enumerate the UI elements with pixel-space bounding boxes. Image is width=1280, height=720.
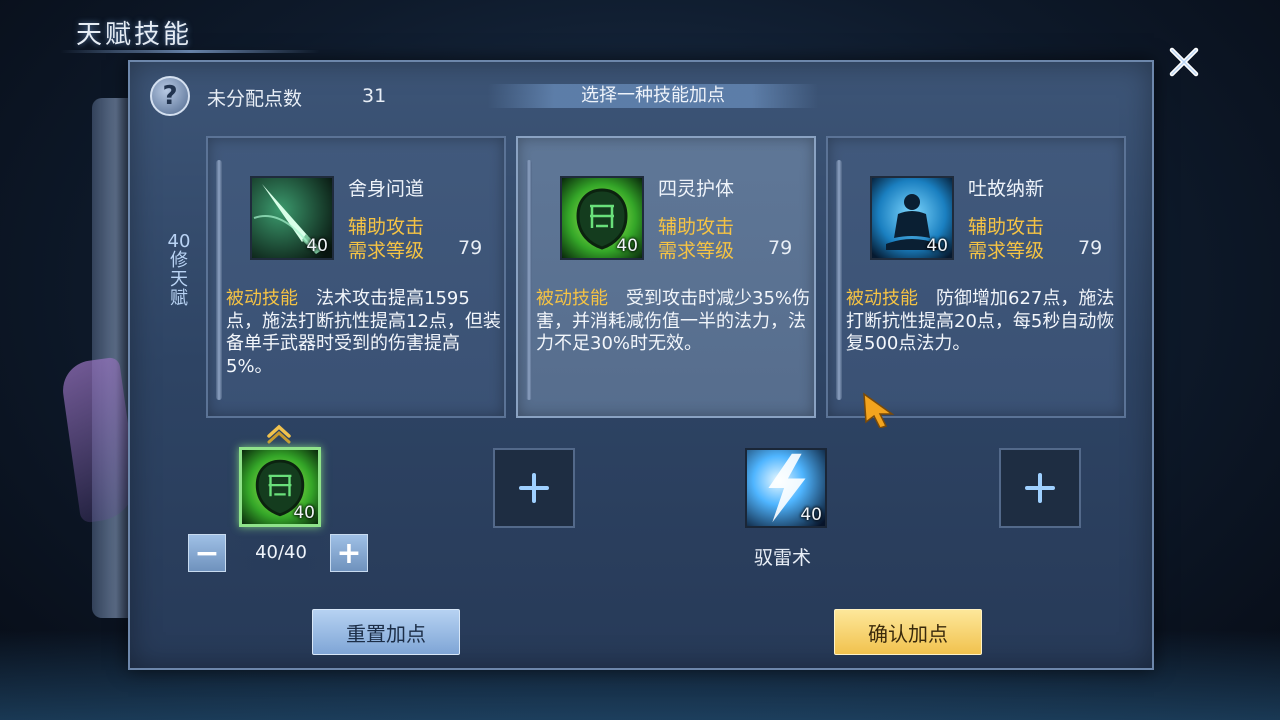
- plus-icon: [1025, 473, 1055, 503]
- empty-skill-slot-2[interactable]: [493, 448, 575, 528]
- unassigned-points-label: 未分配点数: [207, 88, 303, 110]
- confirm-points-button[interactable]: 确认加点: [834, 609, 982, 655]
- help-icon: ?: [162, 81, 178, 111]
- select-skill-banner: 选择一种技能加点: [488, 84, 818, 108]
- skill-icon-frame: 40: [560, 176, 644, 260]
- skill-name: 四灵护体: [658, 178, 735, 200]
- required-level-value: 79: [768, 237, 793, 259]
- slot-level: 40: [800, 505, 822, 525]
- passive-tag: 被动技能: [846, 288, 918, 309]
- skill-icon-frame: 40: [250, 176, 334, 260]
- card-rail: [216, 160, 222, 400]
- card-rail: [526, 160, 532, 400]
- skill-type: 辅助攻击: [348, 216, 425, 238]
- window-title: 天赋技能: [76, 20, 193, 50]
- equipped-skill-slot-1[interactable]: 40: [239, 447, 321, 527]
- skill-name: 舍身问道: [348, 178, 425, 200]
- card-rail: [836, 160, 842, 400]
- arrow-cursor-icon: [863, 392, 895, 428]
- close-button[interactable]: [1164, 42, 1204, 82]
- skill-type: 辅助攻击: [968, 216, 1045, 238]
- plus-icon: [519, 473, 549, 503]
- points-stepper-value: 40/40: [228, 536, 334, 570]
- talent-level-label: 40修天赋: [167, 231, 191, 309]
- skill-type: 辅助攻击: [658, 216, 735, 238]
- title-underline: [60, 50, 320, 53]
- skill-description: 被动技能 防御增加627点，施法打断抗性提高20点，每5秒自动恢复500点法力。: [846, 288, 1122, 356]
- slot-level: 40: [293, 503, 315, 523]
- skill-description: 被动技能 法术攻击提高1595点，施法打断抗性提高12点，但装备单手武器时受到的…: [226, 288, 502, 378]
- skill-level: 40: [926, 236, 948, 256]
- upgrade-arrow-icon: [267, 424, 291, 444]
- required-level-value: 79: [458, 237, 483, 259]
- equipped-skill-slot-3[interactable]: 40: [745, 448, 827, 528]
- unassigned-points-value: 31: [362, 85, 387, 107]
- required-level-label: 需求等级: [348, 240, 425, 262]
- help-button[interactable]: ?: [150, 76, 190, 116]
- reset-points-button[interactable]: 重置加点: [312, 609, 460, 655]
- skill-icon-frame: 40: [870, 176, 954, 260]
- increase-points-button[interactable]: +: [330, 534, 368, 572]
- required-level-value: 79: [1078, 237, 1103, 259]
- required-level-label: 需求等级: [658, 240, 735, 262]
- plus-icon: +: [336, 535, 362, 571]
- minus-icon: −: [194, 535, 220, 571]
- skill-name: 吐故纳新: [968, 178, 1045, 200]
- skill-card-3[interactable]: 40 吐故纳新 辅助攻击 需求等级 79 被动技能 防御增加627点，施法打断抗…: [826, 136, 1126, 418]
- empty-skill-slot-4[interactable]: [999, 448, 1081, 528]
- slot-skill-caption: 驭雷术: [754, 547, 812, 569]
- skill-description: 被动技能 受到攻击时减少35%伤害，并消耗减伤值一半的法力，法力不足30%时无效…: [536, 288, 812, 356]
- decrease-points-button[interactable]: −: [188, 534, 226, 572]
- skill-level: 40: [306, 236, 328, 256]
- skill-level: 40: [616, 236, 638, 256]
- passive-tag: 被动技能: [536, 288, 608, 309]
- skill-card-2[interactable]: 40 四灵护体 辅助攻击 需求等级 79 被动技能 受到攻击时减少35%伤害，并…: [516, 136, 816, 418]
- required-level-label: 需求等级: [968, 240, 1045, 262]
- passive-tag: 被动技能: [226, 288, 298, 309]
- skill-card-1[interactable]: 40 舍身问道 辅助攻击 需求等级 79 被动技能 法术攻击提高1595点，施法…: [206, 136, 506, 418]
- close-icon: [1169, 47, 1199, 77]
